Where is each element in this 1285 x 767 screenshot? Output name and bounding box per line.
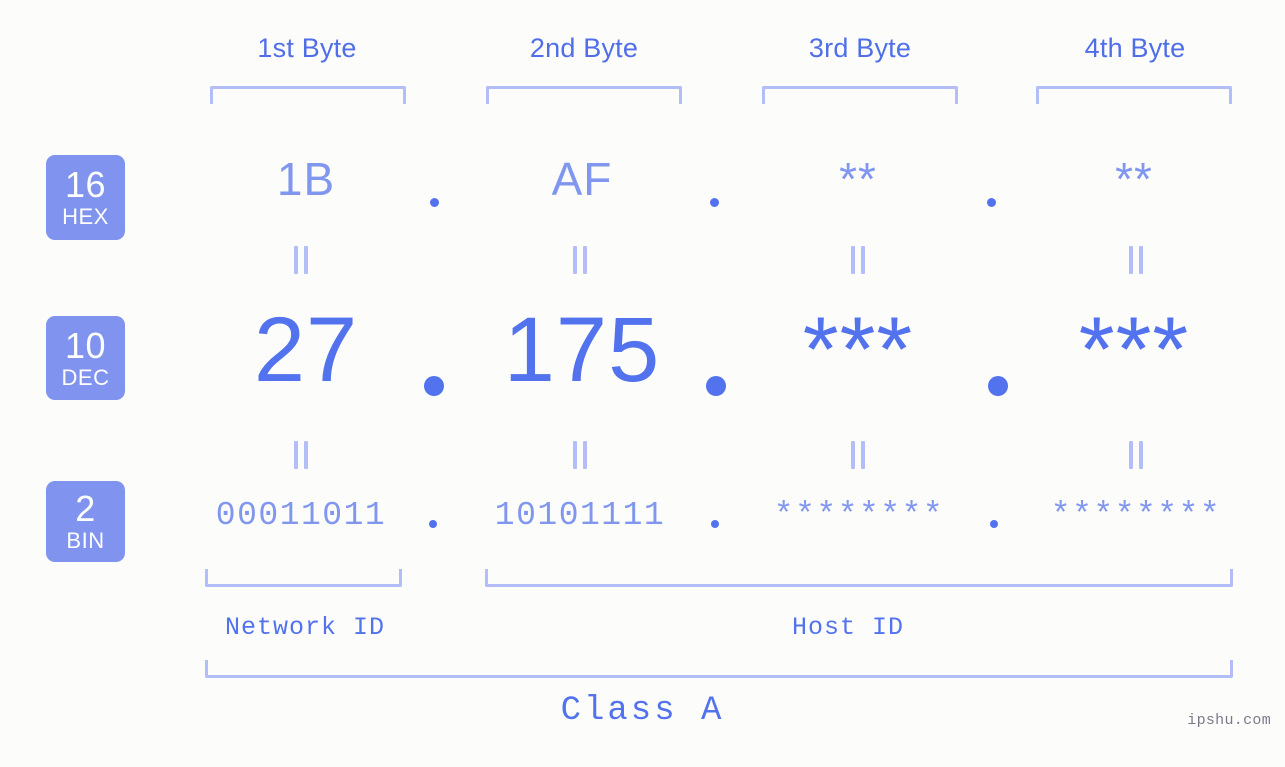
equals-mark-dec-bin-3 <box>851 441 865 469</box>
equals-mark-dec-bin-1 <box>294 441 308 469</box>
dec-byte-4: *** <box>1078 299 1190 401</box>
equals-mark-hex-dec-3 <box>851 246 865 274</box>
ip-address-breakdown-diagram: 1st Byte 2nd Byte 3rd Byte 4th Byte 16 H… <box>0 0 1285 767</box>
bin-byte-4: ******** <box>1050 497 1222 534</box>
equals-mark-dec-bin-2 <box>573 441 587 469</box>
host-id-label: Host ID <box>791 613 905 642</box>
base-badge-dec: 10 DEC <box>46 316 125 400</box>
base-badge-hex-abbr: HEX <box>62 204 109 229</box>
bin-octet-dot-1 <box>429 520 437 528</box>
hex-octet-dot-3 <box>987 198 996 207</box>
hex-byte-3: ** <box>839 153 877 205</box>
class-bracket <box>205 660 1233 678</box>
site-watermark: ipshu.com <box>1187 712 1271 729</box>
bin-octet-dot-3 <box>990 520 998 528</box>
byte-header-1: 1st Byte <box>257 33 357 63</box>
hex-octet-dot-2 <box>710 198 719 207</box>
bin-byte-2: 10101111 <box>494 497 666 534</box>
byte-header-3: 3rd Byte <box>808 33 912 63</box>
hex-octet-dot-1 <box>430 198 439 207</box>
dec-octet-dot-1 <box>424 376 444 396</box>
hex-byte-4: ** <box>1115 153 1153 205</box>
byte-bracket-top-1 <box>210 86 406 104</box>
dec-octet-dot-3 <box>988 376 1008 396</box>
class-label: Class A <box>560 692 725 730</box>
base-badge-hex: 16 HEX <box>46 155 125 240</box>
hex-byte-1: 1B <box>276 153 336 205</box>
base-badge-hex-number: 16 <box>64 164 107 205</box>
base-badge-bin: 2 BIN <box>46 481 125 562</box>
equals-mark-hex-dec-1 <box>294 246 308 274</box>
bin-octet-dot-2 <box>711 520 719 528</box>
dec-byte-3: *** <box>802 299 914 401</box>
byte-header-4: 4th Byte <box>1084 33 1186 63</box>
network-id-bracket <box>205 569 402 587</box>
byte-bracket-top-2 <box>486 86 682 104</box>
base-badge-bin-number: 2 <box>75 488 96 529</box>
equals-mark-hex-dec-4 <box>1129 246 1143 274</box>
network-id-label: Network ID <box>224 613 386 642</box>
bin-byte-3: ******** <box>773 497 945 534</box>
dec-byte-1: 27 <box>253 299 359 401</box>
byte-header-2: 2nd Byte <box>529 33 639 63</box>
base-badge-bin-abbr: BIN <box>66 528 105 553</box>
host-id-bracket <box>485 569 1233 587</box>
equals-mark-hex-dec-2 <box>573 246 587 274</box>
equals-mark-dec-bin-4 <box>1129 441 1143 469</box>
dec-byte-2: 175 <box>503 299 661 401</box>
dec-octet-dot-2 <box>706 376 726 396</box>
byte-bracket-top-4 <box>1036 86 1232 104</box>
base-badge-dec-abbr: DEC <box>61 364 110 390</box>
hex-byte-2: AF <box>551 153 613 205</box>
bin-byte-1: 00011011 <box>215 497 387 534</box>
base-badge-dec-number: 10 <box>64 324 107 366</box>
byte-bracket-top-3 <box>762 86 958 104</box>
